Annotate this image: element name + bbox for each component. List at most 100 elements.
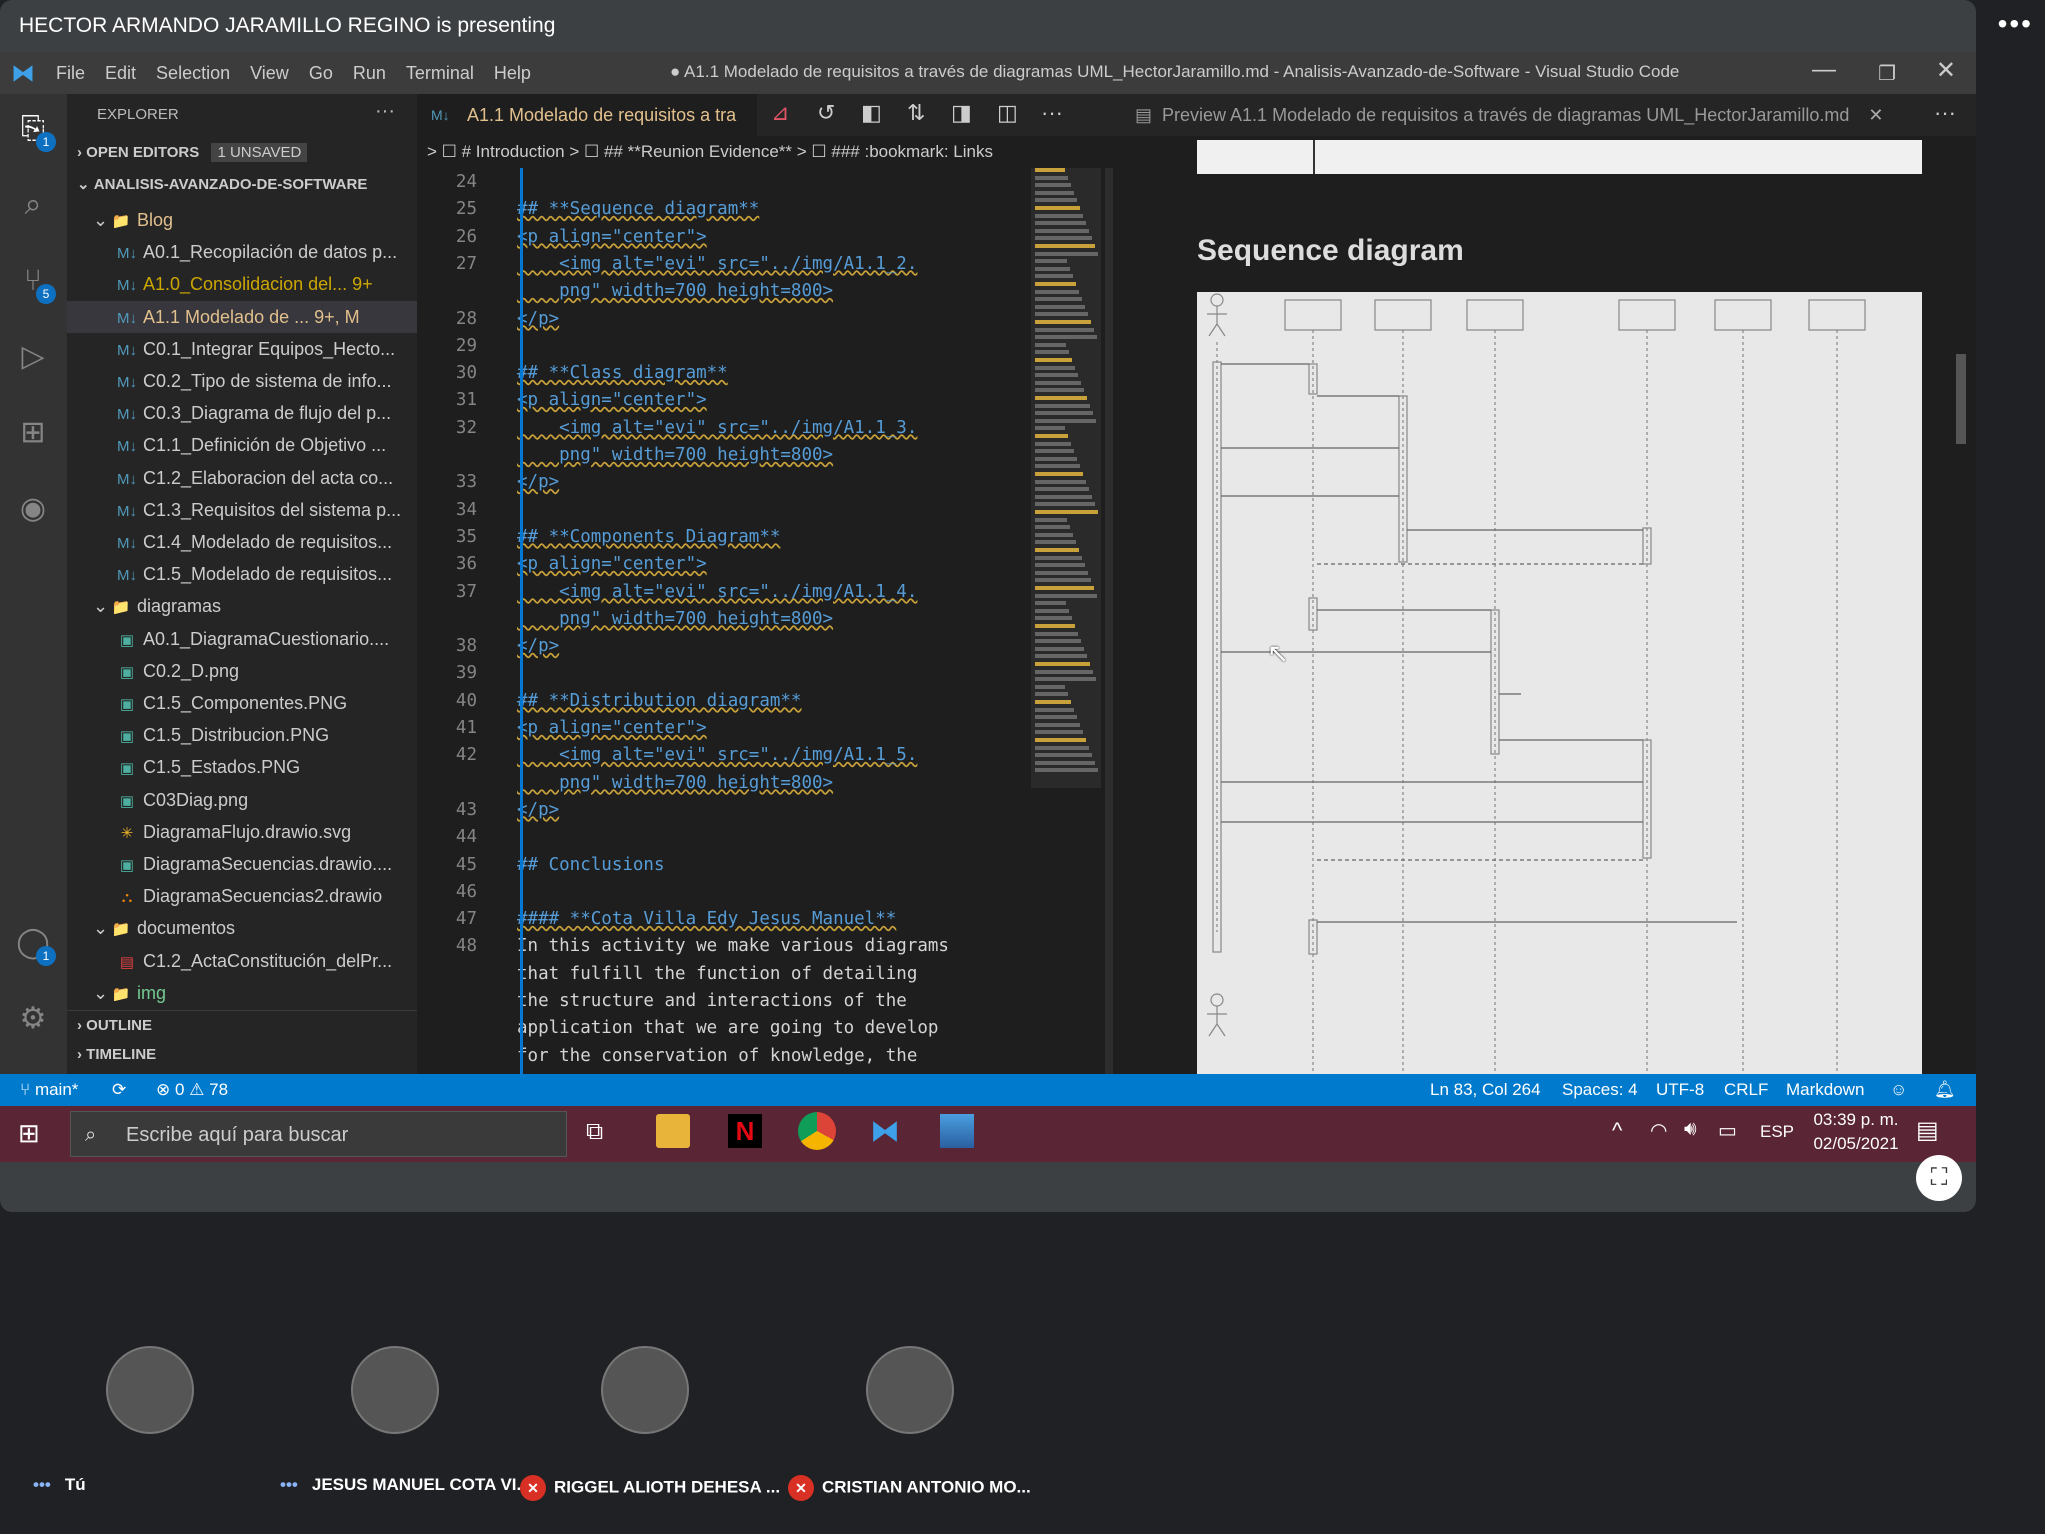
timeline-section[interactable]: › TIMELINE	[67, 1040, 417, 1070]
outline-section[interactable]: › OUTLINE	[67, 1010, 417, 1040]
tree-file[interactable]: ▣ C1.5_Componentes.PNG	[67, 687, 417, 719]
extensions-icon[interactable]: ⊞	[14, 414, 52, 452]
clock[interactable]: 03:39 p. m. 02/05/2021	[1806, 1110, 1906, 1154]
tree-file[interactable]: M↓ C0.1_Integrar Equipos_Hecto...	[67, 333, 417, 365]
task-view-icon[interactable]: ⧉	[586, 1118, 603, 1146]
compare-icon[interactable]: ⇅	[907, 100, 925, 126]
explorer-more-icon[interactable]: ···	[375, 100, 395, 123]
menu-run[interactable]: Run	[343, 63, 396, 84]
run-debug-icon[interactable]: ▷	[14, 338, 52, 376]
tree-file[interactable]: ▣ C1.5_Distribucion.PNG	[67, 719, 417, 751]
close-icon[interactable]: ✕	[1936, 56, 1956, 85]
menu-go[interactable]: Go	[299, 63, 343, 84]
github-icon[interactable]: ◉	[14, 490, 52, 528]
wifi-icon[interactable]: ◠	[1650, 1118, 1667, 1143]
windows-start-icon[interactable]: ⊞	[18, 1118, 40, 1149]
close-preview-icon[interactable]: ✕	[1868, 105, 1883, 125]
file-explorer-icon[interactable]	[656, 1114, 690, 1148]
tree-file[interactable]: M↓ C0.3_Diagrama de flujo del p...	[67, 397, 417, 429]
tree-file[interactable]: ⛬ DiagramaSecuencias2.drawio	[67, 880, 417, 912]
avatar[interactable]	[866, 1346, 954, 1434]
project-section[interactable]: ⌄ ANALISIS-AVANZADO-DE-SOFTWARE	[67, 170, 417, 200]
battery-icon[interactable]: ▭	[1718, 1118, 1737, 1143]
tree-file[interactable]: ▣ C1.5_Estados.PNG	[67, 751, 417, 783]
editor-scrollbar[interactable]	[1105, 168, 1113, 1074]
avatar[interactable]	[601, 1346, 689, 1434]
taskbar-search-input[interactable]: ⌕ Escribe aquí para buscar	[70, 1111, 567, 1157]
git-graph-icon[interactable]: ⊿	[771, 100, 789, 126]
tree-file[interactable]: M↓ A1.0_Consolidacion del... 9+	[67, 268, 417, 300]
menu-terminal[interactable]: Terminal	[396, 63, 484, 84]
tree-file[interactable]: ▣ C0.2_D.png	[67, 655, 417, 687]
volume-icon[interactable]: 🔊︎	[1684, 1118, 1697, 1141]
tab-preview[interactable]: ▤ Preview A1.1 Modelado de requisitos a t…	[1117, 94, 1976, 136]
tree-file[interactable]: M↓ C1.5_Modelado de requisitos...	[67, 558, 417, 590]
tree-file[interactable]: M↓ A1.1 Modelado de ... 9+, M	[67, 300, 417, 333]
sync-icon[interactable]: ⟳	[112, 1074, 126, 1106]
tree-file[interactable]: ▣ C03Diag.png	[67, 784, 417, 816]
menu-help[interactable]: Help	[484, 63, 541, 84]
minimap-line	[1035, 304, 1085, 309]
tree-file[interactable]: ✳ DiagramaFlujo.drawio.svg	[67, 816, 417, 848]
notifications-bell-icon[interactable]: 🔔︎	[1934, 1074, 1956, 1106]
tree-file[interactable]: M↓ C1.4_Modelado de requisitos...	[67, 526, 417, 558]
language-mode[interactable]: Markdown	[1786, 1074, 1864, 1106]
tree-file[interactable]: ▣ DiagramaSecuencias.drawio....	[67, 848, 417, 880]
tree-folder[interactable]: ⌄ 📁 img	[67, 977, 417, 1009]
account-icon[interactable]: ◯ 1	[14, 924, 56, 966]
encoding[interactable]: UTF-8	[1656, 1074, 1704, 1106]
tree-file[interactable]: M↓ C1.3_Requisitos del sistema p...	[67, 494, 417, 526]
tree-file[interactable]: M↓ C1.1_Definición de Objetivo ...	[67, 429, 417, 461]
minimize-icon[interactable]: —	[1812, 56, 1836, 84]
source-control-icon[interactable]: ⑂ 5	[14, 262, 56, 304]
menu-edit[interactable]: Edit	[95, 63, 146, 84]
line-ending[interactable]: CRLF	[1724, 1074, 1768, 1106]
menu-file[interactable]: File	[46, 63, 95, 84]
feedback-icon[interactable]: ☺	[1890, 1074, 1907, 1106]
tree-file[interactable]: M↓ C1.2_Elaboracion del acta co...	[67, 462, 417, 494]
split-editor-icon[interactable]: ◫	[997, 100, 1018, 126]
action-center-icon[interactable]: ▤	[1916, 1116, 1939, 1145]
preview-scrollbar[interactable]	[1956, 354, 1966, 444]
fullscreen-icon[interactable]: ⛶	[1916, 1155, 1962, 1201]
minimap-line	[1035, 760, 1095, 765]
tree-file[interactable]: ▤ C1.2_ActaConstitución_delPr...	[67, 945, 417, 977]
tray-chevron-icon[interactable]: ^	[1612, 1118, 1622, 1144]
language-indicator[interactable]: ESP	[1760, 1122, 1794, 1142]
tree-folder[interactable]: ⌄ 📁 documentos	[67, 912, 417, 944]
code-area[interactable]: 24 25 ## **Sequence diagram** 26 <p align="c…	[417, 168, 1057, 1074]
tab-active-file[interactable]: M↓ A1.1 Modelado de requisitos a tra	[417, 94, 757, 136]
netflix-icon[interactable]: N	[728, 1114, 762, 1148]
tree-file[interactable]: M↓ C0.2_Tipo de sistema de info...	[67, 365, 417, 397]
minimap[interactable]	[1031, 168, 1101, 788]
vscode-taskbar-icon[interactable]: ⧓	[868, 1114, 902, 1148]
tree-folder[interactable]: ⌄ 📁 Blog	[67, 204, 417, 236]
history-icon[interactable]: ↺	[817, 100, 835, 126]
problems-indicator[interactable]: ⊗ 0 ⚠ 78	[156, 1074, 228, 1106]
open-editors-section[interactable]: › OPEN EDITORS 1 UNSAVED	[67, 138, 417, 168]
search-icon[interactable]: ⌕	[14, 186, 52, 224]
branch-indicator[interactable]: ⑂ main*	[20, 1074, 78, 1106]
settings-gear-icon[interactable]: ⚙	[14, 1000, 52, 1038]
tree-item-label: A0.1_DiagramaCuestionario....	[143, 628, 390, 649]
preview-more-icon[interactable]: ···	[1934, 100, 1956, 126]
avatar[interactable]	[351, 1346, 439, 1434]
tree-file[interactable]: ▣ A0.1_DiagramaCuestionario....	[67, 623, 417, 655]
avatar[interactable]	[106, 1346, 194, 1434]
open-changes-icon[interactable]: ◧	[861, 100, 882, 126]
minimap-line	[1035, 221, 1086, 226]
menu-selection[interactable]: Selection	[146, 63, 240, 84]
cursor-position[interactable]: Ln 83, Col 264	[1430, 1074, 1541, 1106]
restore-icon[interactable]: ❐	[1878, 61, 1896, 86]
chrome-icon[interactable]	[798, 1112, 836, 1150]
preview-side-icon[interactable]: ◨	[951, 100, 972, 126]
tree-file[interactable]: M↓ A0.1_Recopilación de datos p...	[67, 236, 417, 268]
menu-view[interactable]: View	[240, 63, 299, 84]
tree-folder[interactable]: ⌄ 📁 diagramas	[67, 590, 417, 622]
photos-icon[interactable]	[940, 1114, 974, 1148]
editor-more-icon[interactable]: ···	[1041, 100, 1063, 126]
explorer-icon[interactable]: ⎘ 1	[14, 110, 56, 152]
indentation[interactable]: Spaces: 4	[1562, 1074, 1638, 1106]
image-icon: ▣	[119, 792, 135, 810]
breadcrumb[interactable]: > ☐ # Introduction > ☐ ## **Reunion Evid…	[417, 136, 1117, 168]
